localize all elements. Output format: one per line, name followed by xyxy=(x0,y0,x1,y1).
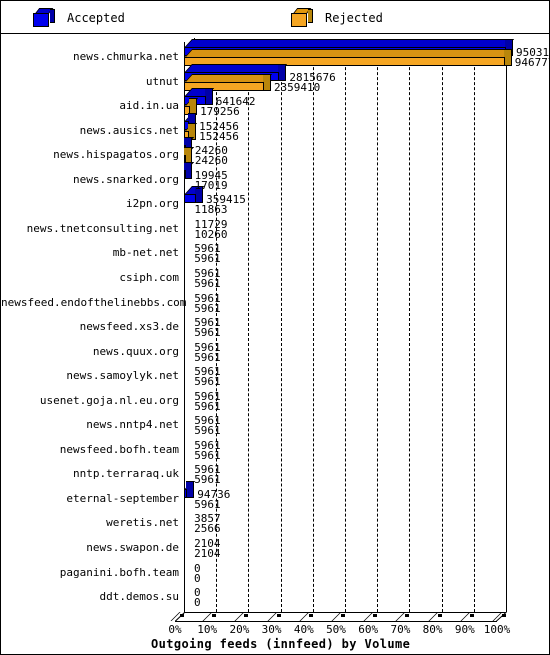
bar-accepted xyxy=(184,194,197,204)
category-label: news.chmurka.net xyxy=(73,50,179,63)
x-tick xyxy=(395,612,406,621)
x-tick-mark xyxy=(469,614,474,617)
category-label: news.snarked.org xyxy=(73,172,179,186)
value-label: 5961 xyxy=(194,375,221,389)
category-label: usenet.goja.nl.eu.org xyxy=(39,393,179,407)
x-tick-mark xyxy=(244,614,249,617)
value-label: 5961 xyxy=(194,473,221,487)
gridline xyxy=(409,42,411,612)
category-label: nntp.terraraq.uk xyxy=(73,467,179,481)
category-label: news.swapon.de xyxy=(86,541,179,554)
x-tick xyxy=(331,612,342,621)
category-label: newsfeed.endofthelinebbs.com xyxy=(1,295,187,309)
value-label: 5961 xyxy=(194,399,221,413)
category-label: news.samoylyk.net xyxy=(66,369,179,383)
legend-item-rejected: Rejected xyxy=(291,7,383,29)
gridline xyxy=(345,42,346,612)
value-label: 5961 xyxy=(194,448,221,462)
category-label: paganini.bofh.team xyxy=(59,565,179,579)
value-label: 5961 xyxy=(194,424,221,438)
category-label: news.tnetconsulting.net xyxy=(26,221,179,235)
bar-accepted xyxy=(184,488,188,498)
gridline xyxy=(280,42,282,612)
gridline xyxy=(441,42,443,612)
x-tick xyxy=(234,612,245,621)
x-tick-mark xyxy=(405,614,410,617)
x-tick xyxy=(202,612,213,621)
category-label: aid.in.ua xyxy=(119,99,179,113)
category-label: i2pn.org xyxy=(126,197,179,211)
x-axis-line xyxy=(184,612,506,613)
category-label: news.ausics.net xyxy=(79,123,179,137)
value-label: 2566 xyxy=(194,522,221,536)
gridline xyxy=(377,42,379,612)
x-tick-mark xyxy=(308,614,313,617)
value-label: 0 xyxy=(194,596,201,610)
x-tick-mark xyxy=(437,614,442,617)
value-label: 24260 xyxy=(194,154,228,168)
bar-accepted xyxy=(184,169,186,179)
x-tick xyxy=(299,612,310,621)
category-label: ddt.demos.su xyxy=(99,590,179,604)
x-tick-mark xyxy=(341,614,345,617)
value-label: 179256 xyxy=(200,105,240,119)
value-label: 2359410 xyxy=(273,80,321,94)
value-label: 9467772 xyxy=(514,56,549,69)
category-label: mb-net.net xyxy=(112,246,179,260)
x-tick-mark xyxy=(502,614,506,617)
category-label: news.quux.org xyxy=(92,344,179,358)
x-tick xyxy=(267,612,278,621)
floor-front-edge xyxy=(175,621,497,622)
value-label: 0 xyxy=(194,571,201,585)
category-label: newsfeed.xs3.de xyxy=(79,320,179,334)
x-tick-mark xyxy=(212,614,217,617)
value-label: 2104 xyxy=(194,547,221,560)
x-tick-mark xyxy=(180,614,184,617)
legend-label-accepted: Accepted xyxy=(67,11,125,25)
category-label: utnut xyxy=(145,74,179,88)
bar-side-face xyxy=(262,73,271,91)
gridline xyxy=(248,42,250,612)
x-tick-mark xyxy=(276,614,281,617)
category-label: eternal-september xyxy=(66,491,179,505)
bar-side-face xyxy=(503,49,512,66)
x-axis-title: Outgoing feeds (innfeed) by Volume xyxy=(151,637,411,651)
category-label: newsfeed.bofh.team xyxy=(59,442,179,456)
value-label: 5961 xyxy=(194,301,221,315)
legend-item-accepted: Accepted xyxy=(33,7,125,29)
cube-icon-accepted xyxy=(33,8,55,28)
bar-side-face xyxy=(186,480,195,498)
category-label: news.hispagatos.org xyxy=(53,148,179,162)
category-label: news.nntp4.net xyxy=(86,418,179,432)
gridline xyxy=(473,42,475,612)
gridline xyxy=(312,42,314,612)
value-label: 5961 xyxy=(194,252,221,266)
x-tick xyxy=(363,612,374,621)
cube-icon-rejected xyxy=(291,8,313,28)
value-label: 5961 xyxy=(194,350,221,364)
chart-screenshot: Accepted Rejected 0% 10% 20% 30% 40% 50% 60% 70… xyxy=(0,0,550,655)
value-label: 152456 xyxy=(199,129,239,143)
plot-area: 0% 10% 20% 30% 40% 50% 60% 70% 80% 90% 100% news.c… xyxy=(1,34,549,654)
gridline xyxy=(506,42,507,612)
legend-label-rejected: Rejected xyxy=(325,11,383,25)
value-label: 11863 xyxy=(194,203,228,217)
category-label: csiph.com xyxy=(119,270,179,284)
category-label: weretis.net xyxy=(106,516,179,530)
x-tick xyxy=(460,612,471,621)
bar-side-face xyxy=(278,63,287,81)
value-label: 17019 xyxy=(194,178,228,192)
value-label: 10260 xyxy=(194,227,228,241)
value-label: 5961 xyxy=(194,326,221,340)
value-label: 5961 xyxy=(194,276,221,290)
x-tick xyxy=(428,612,439,621)
chart-legend: Accepted Rejected xyxy=(1,1,549,34)
bar-side-face xyxy=(204,88,213,106)
x-tick-mark xyxy=(373,614,378,617)
x-tick-label: 100% xyxy=(483,623,511,636)
value-label: 5961 xyxy=(194,497,221,511)
